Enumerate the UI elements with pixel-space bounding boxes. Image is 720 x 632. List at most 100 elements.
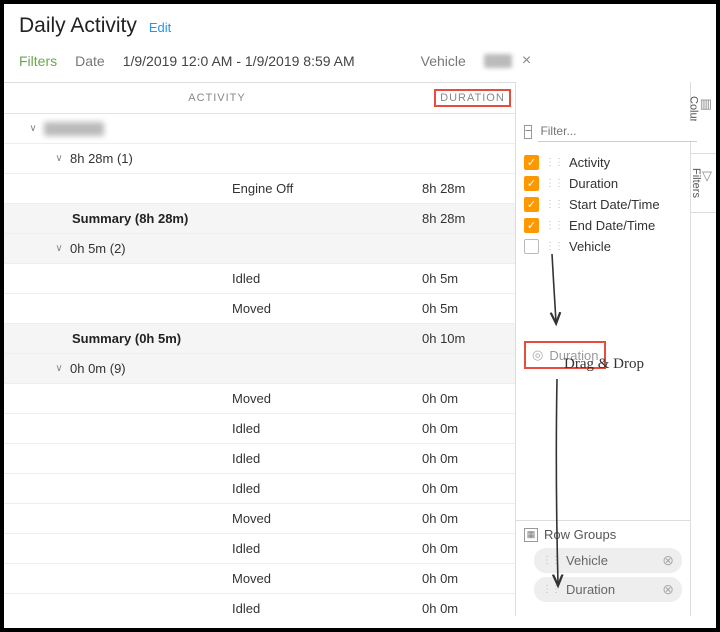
duration-cell: 0h 0m xyxy=(422,541,507,556)
data-grid: ACTIVITY DURATION ∨ ∨ 8h 28m (1) Engine Off… xyxy=(4,82,515,616)
group-label: 0h 5m (2) xyxy=(70,241,126,256)
summary-row: Summary (8h 28m) 8h 28m xyxy=(4,204,515,234)
duration-cell: 0h 0m xyxy=(422,481,507,496)
table-row: Idled0h 5m xyxy=(4,264,515,294)
column-header-duration[interactable]: DURATION xyxy=(434,89,511,107)
activity-cell: Moved xyxy=(232,511,422,526)
vehicle-chip[interactable]: × xyxy=(484,52,535,70)
chevron-down-icon[interactable]: ∨ xyxy=(26,123,40,134)
table-row: Idled0h 0m xyxy=(4,594,515,616)
tab-columns[interactable]: ▥ Columns xyxy=(691,82,716,154)
rowgroup-chip-label: Duration xyxy=(566,582,615,597)
tree-collapse-icon[interactable]: − xyxy=(524,125,532,139)
table-row: Idled0h 0m xyxy=(4,444,515,474)
group-row[interactable]: ∨ 0h 5m (2) xyxy=(4,234,515,264)
table-row: Moved0h 0m xyxy=(4,504,515,534)
drag-grip-icon[interactable]: ⋮⋮ xyxy=(545,220,563,231)
duration-cell: 0h 0m xyxy=(422,511,507,526)
duration-cell: 0h 5m xyxy=(422,271,507,286)
row-groups-section: ▦ Row Groups ⋮⋮ Vehicle ⊗ ⋮⋮ Duration ⊗ xyxy=(516,520,690,616)
drag-grip-icon[interactable]: ⋮⋮ xyxy=(545,178,563,189)
date-range[interactable]: 1/9/2019 12:0 AM - 1/9/2019 8:59 AM xyxy=(123,53,355,69)
checkbox-checked-icon[interactable]: ✓ xyxy=(524,155,539,170)
activity-cell: Idled xyxy=(232,541,422,556)
drag-grip-icon[interactable]: ⋮⋮ xyxy=(545,157,563,168)
duration-cell: 8h 28m xyxy=(422,181,507,196)
rowgroup-chip-label: Vehicle xyxy=(566,553,608,568)
annotation-drag-drop: Drag & Drop xyxy=(564,356,644,373)
table-row: Engine Off8h 28m xyxy=(4,174,515,204)
table-row: Idled0h 0m xyxy=(4,414,515,444)
drag-grip-icon[interactable]: ⋮⋮ xyxy=(545,199,563,210)
checkbox-checked-icon[interactable]: ✓ xyxy=(524,176,539,191)
column-item[interactable]: ✓ ⋮⋮ Duration xyxy=(524,173,682,194)
checkbox-unchecked-icon[interactable] xyxy=(524,239,539,254)
filters-label[interactable]: Filters xyxy=(19,53,57,69)
columns-tab-icon: ▥ xyxy=(700,96,712,112)
remove-icon[interactable]: ⊗ xyxy=(662,581,674,598)
table-row: Idled0h 0m xyxy=(4,534,515,564)
checkbox-checked-icon[interactable]: ✓ xyxy=(524,218,539,233)
table-row: Moved0h 0m xyxy=(4,564,515,594)
table-row: Moved0h 5m xyxy=(4,294,515,324)
drag-grip-icon[interactable]: ⋮⋮ xyxy=(545,241,563,252)
filters-tab-icon: ▽ xyxy=(702,168,712,184)
column-item-label: Vehicle xyxy=(569,239,611,254)
group-label-redacted xyxy=(44,122,104,136)
column-item[interactable]: ✓ ⋮⋮ Activity xyxy=(524,152,682,173)
summary-row: Summary (0h 5m) 0h 10m xyxy=(4,324,515,354)
activity-cell: Moved xyxy=(232,571,422,586)
column-item[interactable]: ✓ ⋮⋮ Start Date/Time xyxy=(524,194,682,215)
group-label: 0h 0m (9) xyxy=(70,361,126,376)
duration-cell: 0h 0m xyxy=(422,451,507,466)
rowgroup-chip[interactable]: ⋮⋮ Vehicle ⊗ xyxy=(534,548,682,573)
column-item-label: End Date/Time xyxy=(569,218,655,233)
column-item-label: Duration xyxy=(569,176,618,191)
vehicle-label: Vehicle xyxy=(421,53,466,69)
table-row: Idled0h 0m xyxy=(4,474,515,504)
column-item-label: Start Date/Time xyxy=(569,197,660,212)
column-filter-input[interactable] xyxy=(538,121,697,142)
duration-cell: 0h 10m xyxy=(422,331,507,346)
chevron-down-icon[interactable]: ∨ xyxy=(52,363,66,374)
remove-icon[interactable]: ⊗ xyxy=(662,552,674,569)
column-item-label: Activity xyxy=(569,155,610,170)
vehicle-value-redacted xyxy=(484,54,512,68)
filter-bar: Filters Date 1/9/2019 12:0 AM - 1/9/2019… xyxy=(19,52,701,82)
drag-grip-icon[interactable]: ⋮⋮ xyxy=(542,555,560,566)
chevron-down-icon[interactable]: ∨ xyxy=(52,243,66,254)
summary-label: Summary (0h 5m) xyxy=(72,331,181,346)
row-groups-icon: ▦ xyxy=(524,528,538,542)
table-row: Moved0h 0m xyxy=(4,384,515,414)
group-row[interactable]: ∨ 8h 28m (1) xyxy=(4,144,515,174)
page-title: Daily Activity xyxy=(19,14,137,38)
drag-grip-icon[interactable]: ⋮⋮ xyxy=(542,584,560,595)
columns-panel: − ✓ ⋮⋮ Activity ✓ ⋮⋮ Duration ✓ ⋮⋮ Start Date/Ti… xyxy=(515,82,690,616)
activity-cell: Idled xyxy=(232,421,422,436)
group-row[interactable]: ∨ 0h 0m (9) xyxy=(4,354,515,384)
activity-cell: Idled xyxy=(232,451,422,466)
edit-link[interactable]: Edit xyxy=(149,20,171,35)
side-tabs: ▥ Columns ▽ Filters xyxy=(690,82,716,616)
duration-cell: 0h 0m xyxy=(422,601,507,616)
activity-cell: Moved xyxy=(232,301,422,316)
group-row[interactable]: ∨ xyxy=(4,114,515,144)
duration-cell: 8h 28m xyxy=(422,211,507,226)
column-item[interactable]: ⋮⋮ Vehicle xyxy=(524,236,682,257)
checkbox-checked-icon[interactable]: ✓ xyxy=(524,197,539,212)
tab-filters[interactable]: ▽ Filters xyxy=(691,154,716,213)
duration-cell: 0h 0m xyxy=(422,421,507,436)
rowgroup-chip[interactable]: ⋮⋮ Duration ⊗ xyxy=(534,577,682,602)
column-header-activity[interactable]: ACTIVITY xyxy=(4,92,430,104)
chevron-down-icon[interactable]: ∨ xyxy=(52,153,66,164)
date-label: Date xyxy=(75,53,105,69)
duration-cell: 0h 0m xyxy=(422,391,507,406)
vehicle-clear-icon[interactable]: × xyxy=(518,52,535,70)
activity-cell: Moved xyxy=(232,391,422,406)
row-groups-title: Row Groups xyxy=(544,527,616,542)
group-label: 8h 28m (1) xyxy=(70,151,133,166)
summary-label: Summary (8h 28m) xyxy=(72,211,188,226)
activity-cell: Idled xyxy=(232,601,422,616)
column-item[interactable]: ✓ ⋮⋮ End Date/Time xyxy=(524,215,682,236)
activity-cell: Idled xyxy=(232,481,422,496)
